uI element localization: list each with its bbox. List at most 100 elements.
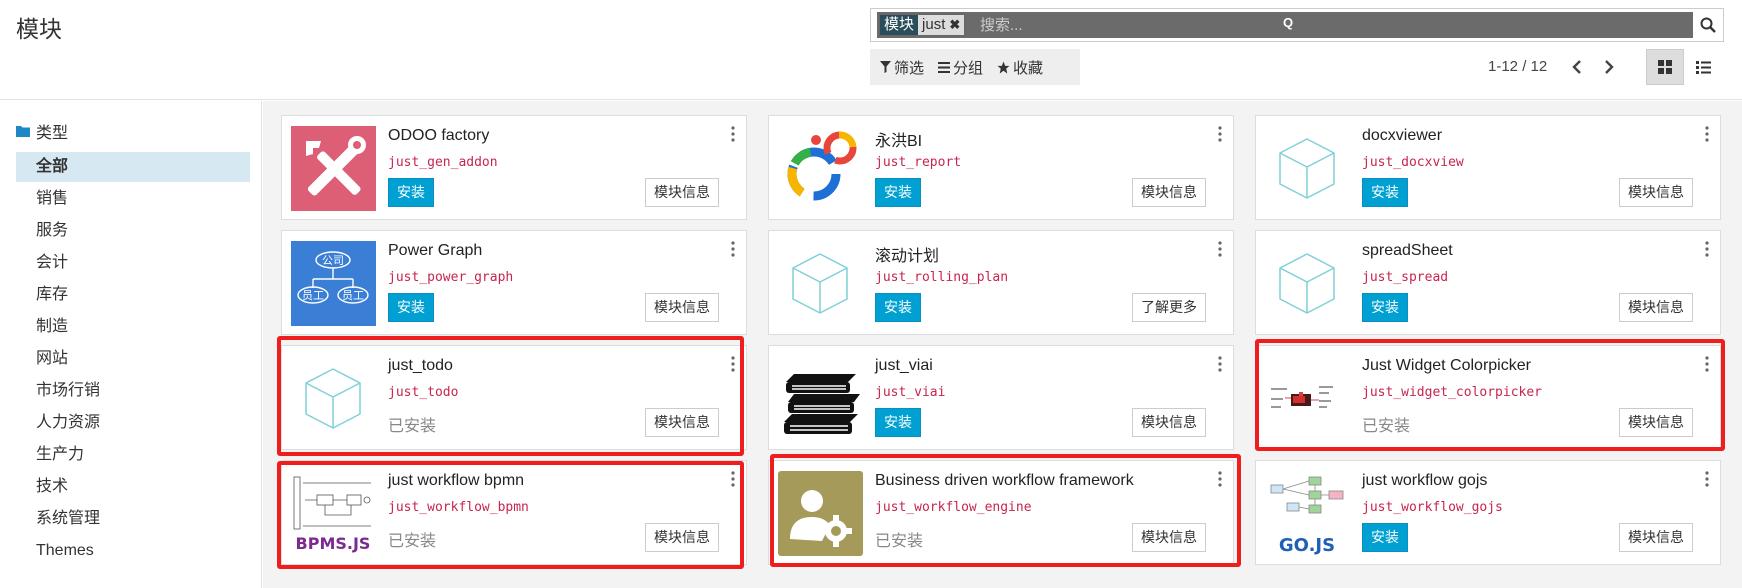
module-name: spreadSheet <box>1362 242 1453 259</box>
user-gear-icon <box>778 471 863 556</box>
module-technical-name: just_widget_colorpicker <box>1362 385 1543 400</box>
module-info-button[interactable]: 模块信息 <box>645 293 719 322</box>
gojs-logo-icon: GO.JS <box>1265 471 1350 556</box>
org-chart-company-label: 公司 <box>322 254 344 267</box>
module-info-button[interactable]: 模块信息 <box>645 178 719 207</box>
install-button[interactable]: 安装 <box>875 293 921 322</box>
module-info-button[interactable]: 模块信息 <box>1132 178 1206 207</box>
module-technical-name: just_workflow_engine <box>875 500 1032 515</box>
module-info-button[interactable]: 模块信息 <box>1619 523 1693 552</box>
module-info-button[interactable]: 模块信息 <box>645 523 719 552</box>
pager-value[interactable]: 1-12 / 12 <box>1488 58 1547 75</box>
install-button[interactable]: 安装 <box>875 408 921 437</box>
module-info-button[interactable]: 模块信息 <box>645 408 719 437</box>
books-icon <box>784 374 860 434</box>
module-card[interactable]: 滚动计划 just_rolling_plan 安装 了解更多 <box>768 230 1234 335</box>
module-info-button[interactable]: 模块信息 <box>1619 408 1693 437</box>
sidebar-item-manufacturing[interactable]: 制造 <box>16 312 250 344</box>
kebab-menu-icon[interactable] <box>730 471 736 487</box>
kebab-menu-icon[interactable] <box>730 241 736 257</box>
kebab-menu-icon[interactable] <box>1217 471 1223 487</box>
module-name: ODOO factory <box>388 127 490 144</box>
search-input[interactable] <box>980 14 1280 36</box>
module-card[interactable]: docxviewer just_docxview 安装 模块信息 <box>1255 115 1721 220</box>
module-card[interactable]: 公司 员工 员工 Power Graph just_power_graph 安装… <box>281 230 747 335</box>
sidebar-item-sales[interactable]: 销售 <box>16 184 250 216</box>
chevron-right-icon <box>1605 60 1614 74</box>
module-technical-name: just_rolling_plan <box>875 270 1009 285</box>
module-name: just_viai <box>875 357 933 374</box>
category-sidebar: 类型 全部 销售 服务 会计 库存 制造 网站 市场行销 人力资源 生产力 技术… <box>0 101 262 588</box>
pager-next-button[interactable] <box>1600 56 1618 78</box>
sidebar-item-inventory[interactable]: 库存 <box>16 280 250 312</box>
sidebar-item-productivity[interactable]: 生产力 <box>16 440 250 472</box>
kebab-menu-icon[interactable] <box>1217 241 1223 257</box>
installed-status: 已安装 <box>388 418 437 435</box>
module-name: just workflow bpmn <box>388 472 525 489</box>
module-card[interactable]: Business driven workflow framework just_… <box>768 460 1234 565</box>
module-technical-name: just_docxview <box>1362 155 1464 170</box>
module-info-button[interactable]: 模块信息 <box>1619 178 1693 207</box>
module-info-button[interactable]: 模块信息 <box>1619 293 1693 322</box>
search-icon <box>1700 17 1716 33</box>
module-info-button[interactable]: 模块信息 <box>1132 523 1206 552</box>
list-icon <box>1695 60 1711 74</box>
kebab-menu-icon[interactable] <box>1704 126 1710 142</box>
module-card[interactable]: 永洪BI just_report 安装 模块信息 <box>768 115 1234 220</box>
kanban-view: ODOO factory just_gen_addon 安装 模块信息 永洪BI… <box>263 101 1742 588</box>
favorites-button[interactable]: 收藏 <box>997 57 1043 78</box>
star-icon <box>997 61 1010 73</box>
sidebar-item-services[interactable]: 服务 <box>16 216 250 248</box>
sidebar-item-technical[interactable]: 技术 <box>16 472 250 504</box>
module-card[interactable]: spreadSheet just_spread 安装 模块信息 <box>1255 230 1721 335</box>
kebab-menu-icon[interactable] <box>1704 241 1710 257</box>
facet-remove-icon[interactable]: ✖ <box>949 15 960 35</box>
install-button[interactable]: 安装 <box>1362 523 1408 552</box>
module-card[interactable]: Just Widget Colorpicker just_widget_colo… <box>1255 345 1721 450</box>
folder-icon <box>16 126 30 137</box>
sidebar-item-hr[interactable]: 人力资源 <box>16 408 250 440</box>
kebab-menu-icon[interactable] <box>730 356 736 372</box>
learn-more-button[interactable]: 了解更多 <box>1132 293 1206 322</box>
kebab-menu-icon[interactable] <box>1217 126 1223 142</box>
search-facet[interactable]: 模块 just ✖ <box>879 14 966 36</box>
module-info-button[interactable]: 模块信息 <box>1132 408 1206 437</box>
filter-button[interactable]: 筛选 <box>880 57 924 78</box>
sidebar-item-administration[interactable]: 系统管理 <box>16 504 250 536</box>
tools-icon <box>291 126 376 211</box>
kanban-view-button[interactable] <box>1646 49 1684 85</box>
sidebar-item-accounting[interactable]: 会计 <box>16 248 250 280</box>
module-name: just_todo <box>388 357 453 374</box>
groupby-button[interactable]: 分组 <box>938 57 983 78</box>
favorites-label: 收藏 <box>1013 59 1044 77</box>
module-card[interactable]: just_todo just_todo 已安装 模块信息 <box>281 345 747 450</box>
module-technical-name: just_viai <box>875 385 946 400</box>
sidebar-item-marketing[interactable]: 市场行销 <box>16 376 250 408</box>
kebab-menu-icon[interactable] <box>1217 356 1223 372</box>
module-card[interactable]: just_viai just_viai 安装 模块信息 <box>768 345 1234 450</box>
list-view-button[interactable] <box>1684 49 1722 85</box>
kebab-menu-icon[interactable] <box>730 126 736 142</box>
sidebar-item-all[interactable]: 全部 <box>16 152 250 182</box>
install-button[interactable]: 安装 <box>1362 293 1408 322</box>
module-name: just workflow gojs <box>1362 472 1488 489</box>
sidebar-header: 类型 <box>16 119 68 143</box>
installed-status: 已安装 <box>875 533 924 550</box>
module-card[interactable]: ODOO factory just_gen_addon 安装 模块信息 <box>281 115 747 220</box>
install-button[interactable]: 安装 <box>388 293 434 322</box>
org-chart-icon: 公司 员工 员工 <box>291 241 376 326</box>
module-card[interactable]: GO.JS just workflow gojs just_workflow_g… <box>1255 460 1721 565</box>
cube-icon <box>792 253 848 314</box>
kebab-menu-icon[interactable] <box>1704 471 1710 487</box>
search-button[interactable] <box>1695 12 1721 38</box>
install-button[interactable]: 安装 <box>388 178 434 207</box>
kebab-menu-icon[interactable] <box>1704 356 1710 372</box>
install-button[interactable]: 安装 <box>875 178 921 207</box>
sidebar-item-themes[interactable]: Themes <box>16 536 250 568</box>
install-button[interactable]: 安装 <box>1362 178 1408 207</box>
bars-icon <box>938 61 951 73</box>
module-card[interactable]: BPMS.JS just workflow bpmn just_workflow… <box>281 460 747 565</box>
sidebar-item-website[interactable]: 网站 <box>16 344 250 376</box>
pager-previous-button[interactable] <box>1568 56 1586 78</box>
search-box[interactable]: 模块 just ✖ Q <box>870 8 1724 42</box>
